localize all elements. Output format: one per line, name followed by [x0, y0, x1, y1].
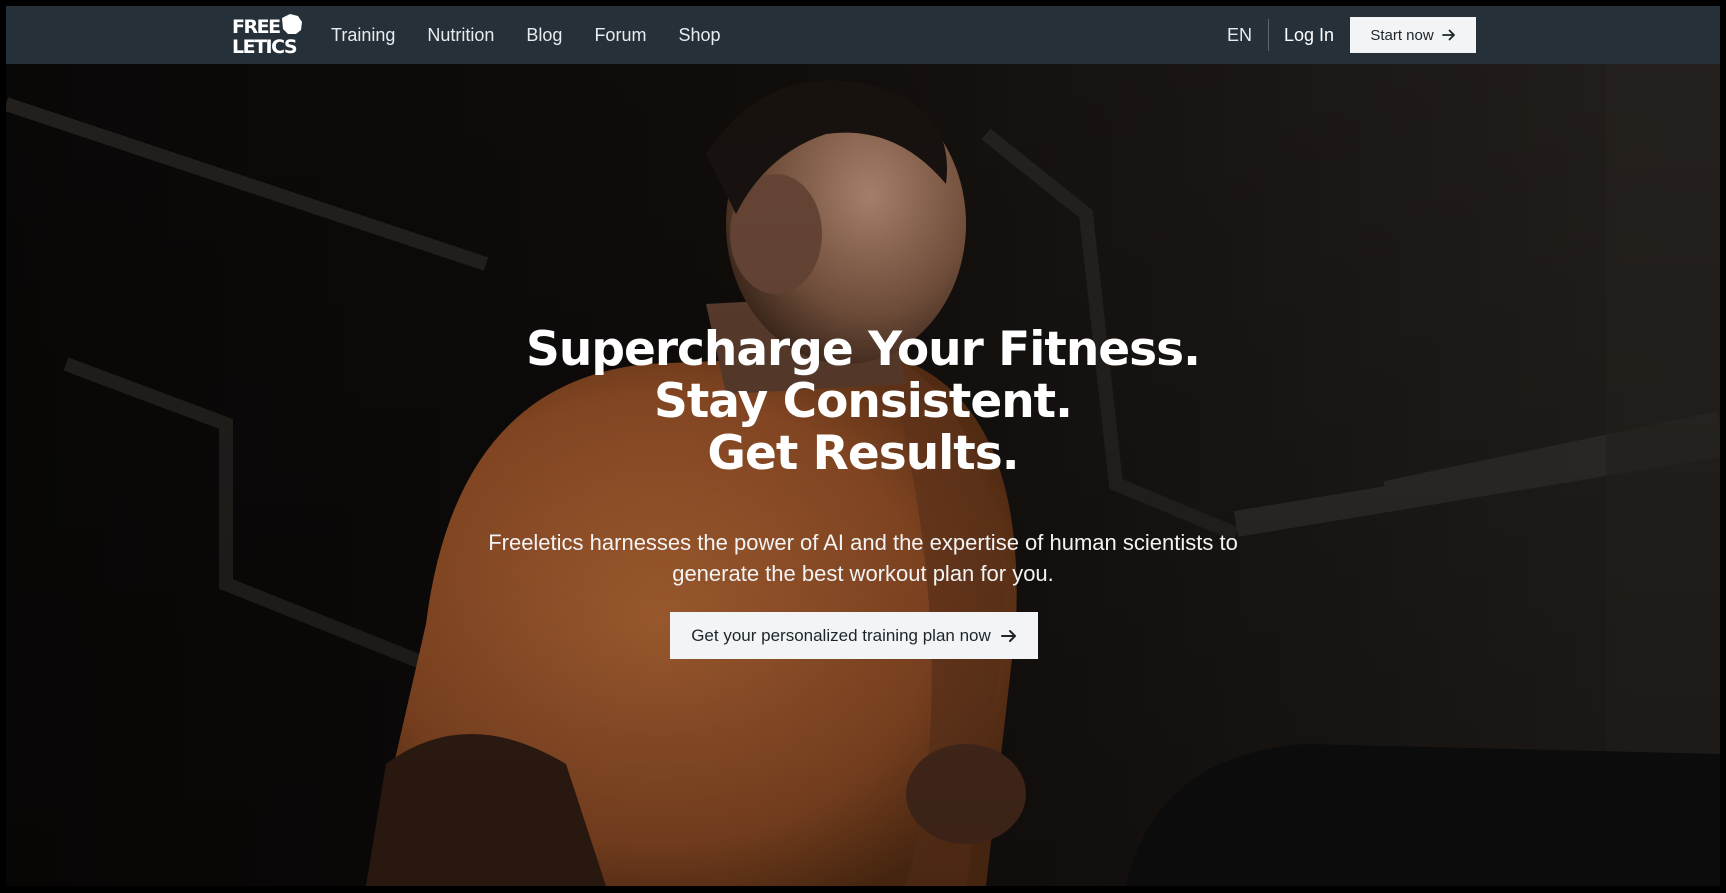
- personalized-plan-button[interactable]: Get your personalized training plan now: [670, 612, 1038, 659]
- start-now-button[interactable]: Start now: [1350, 17, 1476, 53]
- top-navbar: FREE LETICS Training Nutrition Blog Foru…: [6, 6, 1720, 64]
- nav-actions: EN Log In Start now: [1227, 6, 1476, 64]
- arrow-right-icon: [1000, 629, 1016, 642]
- start-now-label: Start now: [1370, 26, 1434, 44]
- hero-section: Supercharge Your Fitness. Stay Consisten…: [6, 64, 1720, 886]
- nav-divider: [1267, 19, 1269, 51]
- cta-label: Get your personalized training plan now: [691, 625, 991, 645]
- main-nav: Training Nutrition Blog Forum Shop: [331, 6, 753, 64]
- headline-line-3: Get Results.: [707, 426, 1019, 481]
- nav-link-blog[interactable]: Blog: [526, 25, 562, 46]
- logo-text-line2: LETICS: [232, 36, 297, 56]
- page: FREE LETICS Training Nutrition Blog Foru…: [6, 6, 1720, 886]
- headline-line-2: Stay Consistent.: [653, 374, 1073, 429]
- logo-text-line1: FREE: [232, 16, 280, 38]
- language-selector[interactable]: EN: [1227, 25, 1268, 46]
- fist-icon: [282, 14, 302, 34]
- browser-frame: FREE LETICS Training Nutrition Blog Foru…: [0, 0, 1726, 893]
- login-link[interactable]: Log In: [1284, 25, 1334, 46]
- nav-link-forum[interactable]: Forum: [594, 25, 646, 46]
- arrow-right-icon: [1441, 29, 1455, 41]
- headline-line-1: Supercharge Your Fitness.: [526, 322, 1201, 377]
- hero-subline: Freeletics harnesses the power of AI and…: [488, 530, 1238, 586]
- hero-headline: Supercharge Your Fitness. Stay Consisten…: [363, 324, 1363, 480]
- nav-link-nutrition[interactable]: Nutrition: [427, 25, 494, 46]
- hero-content: Supercharge Your Fitness. Stay Consisten…: [6, 64, 1720, 886]
- nav-link-training[interactable]: Training: [331, 25, 395, 46]
- nav-link-shop[interactable]: Shop: [678, 25, 720, 46]
- freeletics-logo[interactable]: FREE LETICS: [230, 12, 304, 56]
